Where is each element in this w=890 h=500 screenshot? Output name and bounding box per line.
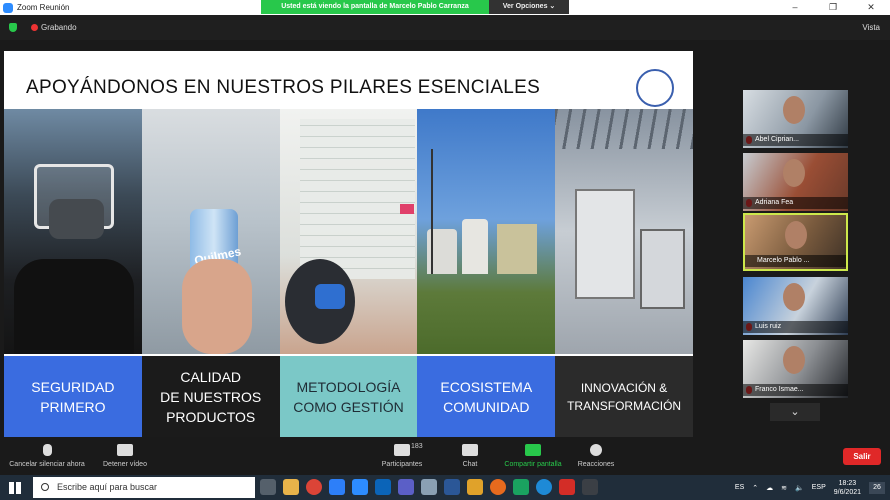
pillar-innovation: INNOVACIÓN & TRANSFORMACIÓN [555, 356, 693, 437]
screen-share-banner: Usted está viendo la pantalla de Marcelo… [261, 0, 569, 14]
leave-button[interactable]: Salir [843, 448, 881, 465]
meeting-bar: Grabando Vista [0, 15, 890, 40]
clock[interactable]: 18:23 9/6/2021 [834, 479, 861, 497]
clock-date: 9/6/2021 [833, 488, 861, 496]
windows-start-icon[interactable] [9, 482, 21, 494]
participant-avatar [783, 159, 805, 187]
chevron-up-icon[interactable]: ⌃ [752, 484, 758, 492]
unmute-button[interactable]: Cancelar silenciar ahora [6, 441, 88, 475]
language-indicator[interactable]: ES [735, 484, 744, 491]
maximize-button[interactable]: ❐ [814, 0, 852, 15]
safety-photo [4, 109, 142, 354]
file-explorer-icon[interactable] [283, 479, 299, 495]
chat-bubble-icon [462, 444, 478, 456]
zoom-icon[interactable] [352, 479, 368, 495]
search-placeholder: Escribe aquí para buscar [57, 482, 158, 492]
windows-taskbar: Escribe aquí para buscar ES ⌃ ☁ ≋ 🔈 ESP … [0, 475, 890, 500]
teams-icon[interactable] [398, 479, 414, 495]
dropbox-icon[interactable] [329, 479, 345, 495]
pillar-photos: Quilmes [4, 109, 693, 354]
pillar-safety: SEGURIDAD PRIMERO [4, 356, 142, 437]
quality-photo: Quilmes [141, 109, 280, 354]
participant-avatar [783, 96, 805, 124]
participant-name: Luis ruiz [743, 321, 848, 333]
chrome-icon[interactable] [306, 479, 322, 495]
window-title: Zoom Reunión [17, 3, 70, 12]
zoom-logo-icon [3, 2, 13, 13]
share-screen-icon [525, 444, 541, 456]
participants-icon [394, 444, 410, 456]
close-button[interactable]: ✕ [852, 0, 890, 15]
system-tray: ES ⌃ ☁ ≋ 🔈 ESP 18:23 9/6/2021 26 [735, 475, 890, 500]
innovation-photo [555, 109, 693, 354]
recording-label[interactable]: Grabando [41, 23, 77, 32]
taskbar-search-box[interactable]: Escribe aquí para buscar [33, 477, 255, 498]
active-speaker-video[interactable]: Marcelo Pablo ... [743, 213, 848, 271]
participant-name: Marcelo Pablo ... [745, 255, 846, 267]
shared-slide: APOYÁNDONOS EN NUESTROS PILARES ESENCIAL… [4, 51, 693, 437]
reactions-label: Reacciones [577, 461, 615, 468]
participant-avatar [783, 346, 805, 374]
chat-label: Chat [462, 461, 478, 468]
view-button[interactable]: Vista [862, 23, 880, 32]
notifications-badge[interactable]: 26 [869, 481, 885, 494]
word-icon[interactable] [444, 479, 460, 495]
camera-app-icon[interactable] [582, 479, 598, 495]
wifi-icon[interactable]: ≋ [781, 484, 787, 492]
recording-icon [31, 24, 38, 31]
company-seal-logo [636, 69, 674, 107]
slide-title: APOYÁNDONOS EN NUESTROS PILARES ESENCIAL… [26, 77, 541, 98]
chat-button[interactable]: Chat [459, 441, 481, 475]
document-icon[interactable] [421, 479, 437, 495]
unmute-label: Cancelar silenciar ahora [9, 461, 85, 468]
participant-video[interactable]: Adriana Fea [743, 153, 848, 211]
smiley-icon [590, 444, 602, 456]
participant-avatar [783, 283, 805, 311]
methodology-photo [279, 109, 418, 354]
security-shield-icon[interactable] [9, 23, 17, 32]
volume-icon[interactable]: 🔈 [795, 484, 804, 492]
participants-label: Participantes [381, 461, 423, 468]
window-controls: – ❐ ✕ [776, 0, 890, 15]
share-screen-label: Compartir pantalla [504, 461, 562, 468]
ecosystem-photo [417, 109, 556, 354]
cloud-icon[interactable]: ☁ [766, 484, 773, 492]
participant-name: Franco Ismae... [743, 384, 848, 396]
share-screen-button[interactable]: Compartir pantalla [500, 441, 566, 475]
pillar-captions: SEGURIDAD PRIMERO CALIDAD DE NUESTROS PR… [4, 356, 693, 437]
participant-video[interactable]: Luis ruiz [743, 277, 848, 335]
media-app-icon[interactable] [490, 479, 506, 495]
participant-avatar [785, 221, 807, 249]
participant-video[interactable]: Abel Ciprian... [743, 90, 848, 148]
participant-name: Adriana Fea [743, 197, 848, 209]
meeting-toolbar: Cancelar silenciar ahora Detener vídeo 1… [0, 441, 890, 475]
participants-count: 183 [411, 443, 423, 450]
keyboard-layout[interactable]: ESP [812, 484, 826, 491]
pillar-ecosystem: ECOSISTEMA COMUNIDAD [417, 356, 556, 437]
view-options-button[interactable]: Ver Opciones ⌄ [489, 0, 569, 14]
pillar-quality: CALIDAD DE NUESTROS PRODUCTOS [141, 356, 280, 437]
task-view-icon[interactable] [260, 479, 276, 495]
acrobat-icon[interactable] [559, 479, 575, 495]
clock-time: 18:23 [838, 479, 857, 487]
participant-name: Abel Ciprian... [743, 134, 848, 146]
share-message: Usted está viendo la pantalla de Marcelo… [261, 0, 489, 14]
scroll-down-chevron-icon[interactable]: ⌄ [770, 403, 820, 421]
slack-icon[interactable] [467, 479, 483, 495]
participants-button[interactable]: 183 Participantes [378, 441, 426, 475]
stop-video-button[interactable]: Detener vídeo [99, 441, 151, 475]
stop-video-label: Detener vídeo [103, 461, 147, 468]
participant-video[interactable]: Franco Ismae... [743, 340, 848, 398]
meet-icon[interactable] [513, 479, 529, 495]
pillar-methodology: METODOLOGÍA COMO GESTIÓN [279, 356, 418, 437]
search-icon [41, 483, 49, 491]
minimize-button[interactable]: – [776, 0, 814, 15]
edge-icon[interactable] [536, 479, 552, 495]
muted-mic-icon [42, 444, 52, 456]
pinned-apps [260, 479, 598, 495]
video-camera-icon [117, 444, 133, 456]
reactions-button[interactable]: Reacciones [576, 441, 616, 475]
outlook-icon[interactable] [375, 479, 391, 495]
